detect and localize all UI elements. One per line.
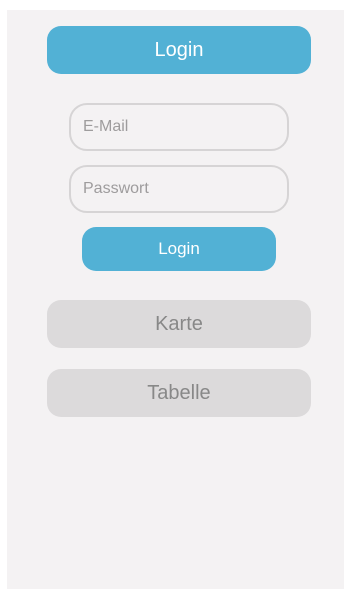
map-button[interactable]: Karte	[47, 300, 311, 348]
password-field[interactable]	[69, 165, 289, 213]
login-submit-button[interactable]: Login	[82, 227, 276, 271]
email-field[interactable]	[69, 103, 289, 151]
login-tab-button[interactable]: Login	[47, 26, 311, 74]
app-screen: Login Login Karte Tabelle	[7, 10, 344, 589]
table-button[interactable]: Tabelle	[47, 369, 311, 417]
